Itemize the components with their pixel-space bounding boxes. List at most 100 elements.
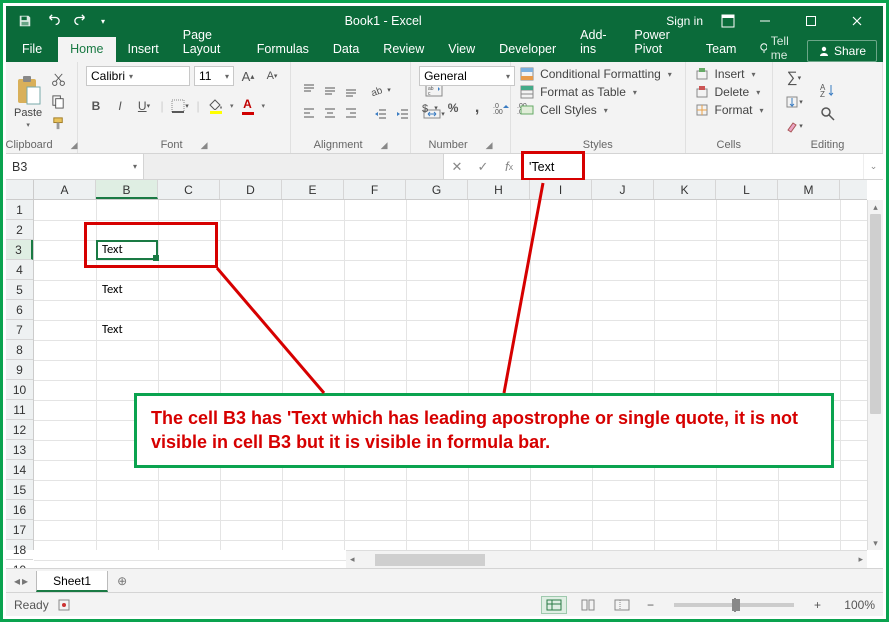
cancel-formula-icon[interactable]: ✕ <box>444 159 470 175</box>
macro-record-icon[interactable] <box>57 598 71 612</box>
tab-add-ins[interactable]: Add-ins <box>568 23 622 62</box>
cell-styles-button[interactable]: Cell Styles▾ <box>519 102 608 118</box>
col-header[interactable]: G <box>406 180 468 199</box>
name-box[interactable]: B3▾ <box>6 154 144 179</box>
cells-area[interactable]: Text Text Text The cell B3 has 'Text whi… <box>34 200 867 550</box>
decrease-indent-icon[interactable] <box>371 104 391 124</box>
tab-formulas[interactable]: Formulas <box>245 37 321 62</box>
decrease-font-icon[interactable]: A▾ <box>262 66 282 86</box>
align-center-icon[interactable] <box>320 103 340 123</box>
col-header[interactable]: B <box>96 180 158 199</box>
insert-cells-button[interactable]: Insert▾ <box>694 66 756 82</box>
scroll-thumb[interactable] <box>870 214 881 414</box>
delete-cells-button[interactable]: Delete▾ <box>694 84 761 100</box>
tab-developer[interactable]: Developer <box>487 37 568 62</box>
row-header[interactable]: 2 <box>6 220 33 240</box>
row-header[interactable]: 4 <box>6 260 33 280</box>
row-header[interactable]: 7 <box>6 320 33 340</box>
autosum-icon[interactable]: ∑▾ <box>781 68 807 88</box>
col-header[interactable]: H <box>468 180 530 199</box>
column-headers[interactable]: A B C D E F G H I J K L M <box>34 180 867 200</box>
row-header[interactable]: 11 <box>6 400 33 420</box>
tab-power-pivot[interactable]: Power Pivot <box>622 23 694 62</box>
scroll-thumb-h[interactable] <box>375 554 485 566</box>
accounting-format-icon[interactable]: $▾ <box>419 98 439 118</box>
cell-B7[interactable]: Text <box>98 320 127 339</box>
page-layout-view-icon[interactable] <box>575 596 601 614</box>
undo-icon[interactable] <box>40 8 66 34</box>
row-header[interactable]: 19 <box>6 560 33 568</box>
enter-formula-icon[interactable]: ✓ <box>470 159 496 175</box>
percent-format-icon[interactable]: % <box>443 98 463 118</box>
minimize-button[interactable] <box>743 6 787 36</box>
increase-font-icon[interactable]: A▴ <box>238 66 258 86</box>
row-header[interactable]: 16 <box>6 500 33 520</box>
row-header[interactable]: 14 <box>6 460 33 480</box>
col-header[interactable]: J <box>592 180 654 199</box>
row-header[interactable]: 6 <box>6 300 33 320</box>
font-size-combo[interactable]: 11▾ <box>194 66 234 86</box>
clear-icon[interactable]: ▾ <box>781 116 807 136</box>
tab-view[interactable]: View <box>436 37 487 62</box>
col-header[interactable]: F <box>344 180 406 199</box>
tab-review[interactable]: Review <box>371 37 436 62</box>
align-left-icon[interactable] <box>299 103 319 123</box>
tab-page-layout[interactable]: Page Layout <box>171 23 245 62</box>
row-header[interactable]: 3 <box>6 240 33 260</box>
underline-button[interactable]: U▾ <box>134 96 154 116</box>
maximize-button[interactable] <box>789 6 833 36</box>
row-header[interactable]: 12 <box>6 420 33 440</box>
number-launcher-icon[interactable]: ◢ <box>486 140 493 151</box>
col-header[interactable]: I <box>530 180 592 199</box>
col-header[interactable]: E <box>282 180 344 199</box>
share-button[interactable]: Share <box>807 40 877 62</box>
row-header[interactable]: 5 <box>6 280 33 300</box>
row-header[interactable]: 1 <box>6 200 33 220</box>
paste-button[interactable]: Paste ▾ <box>14 75 42 129</box>
insert-function-icon[interactable]: fx <box>496 159 522 174</box>
copy-icon[interactable] <box>48 93 68 111</box>
increase-decimal-icon[interactable]: .0.00 <box>491 98 511 118</box>
vertical-scrollbar[interactable]: ▴ ▾ <box>867 200 883 550</box>
col-header[interactable]: A <box>34 180 96 199</box>
orientation-icon[interactable]: ab▾ <box>371 80 391 100</box>
comma-format-icon[interactable]: , <box>467 98 487 118</box>
increase-indent-icon[interactable] <box>393 104 413 124</box>
number-format-combo[interactable]: General▾ <box>419 66 515 86</box>
row-headers[interactable]: 1 2 3 4 5 6 7 8 9 10 11 12 13 14 15 16 1… <box>6 200 34 550</box>
tell-me-search[interactable]: Tell me <box>748 34 807 62</box>
tab-home[interactable]: Home <box>58 37 115 62</box>
row-header[interactable]: 17 <box>6 520 33 540</box>
font-color-button[interactable]: A <box>238 96 258 116</box>
align-middle-icon[interactable] <box>320 80 340 100</box>
close-button[interactable] <box>835 6 879 36</box>
scroll-up-icon[interactable]: ▴ <box>868 200 883 214</box>
font-name-combo[interactable]: Calibri▾ <box>86 66 190 86</box>
italic-button[interactable]: I <box>110 96 130 116</box>
tab-insert[interactable]: Insert <box>116 37 171 62</box>
zoom-in-button[interactable]: + <box>810 598 825 612</box>
format-painter-icon[interactable] <box>48 115 68 133</box>
ribbon-options-icon[interactable] <box>715 8 741 34</box>
scroll-right-icon[interactable]: ▸ <box>854 554 867 565</box>
scroll-left-icon[interactable]: ◂ <box>346 554 359 565</box>
col-header[interactable]: L <box>716 180 778 199</box>
clipboard-launcher-icon[interactable]: ◢ <box>71 140 78 151</box>
save-icon[interactable] <box>12 8 38 34</box>
conditional-formatting-button[interactable]: Conditional Formatting▾ <box>519 66 672 82</box>
col-header[interactable]: K <box>654 180 716 199</box>
row-header[interactable]: 15 <box>6 480 33 500</box>
sheet-tab[interactable]: Sheet1 <box>36 571 108 592</box>
tab-file[interactable]: File <box>6 37 58 62</box>
tab-team[interactable]: Team <box>694 37 749 62</box>
normal-view-icon[interactable] <box>541 596 567 614</box>
bold-button[interactable]: B <box>86 96 106 116</box>
horizontal-scrollbar[interactable]: ◂ ▸ <box>346 550 867 568</box>
tab-data[interactable]: Data <box>321 37 371 62</box>
cut-icon[interactable] <box>48 71 68 89</box>
zoom-level[interactable]: 100% <box>833 598 875 612</box>
qat-customize-icon[interactable]: ▾ <box>96 8 110 34</box>
zoom-slider[interactable] <box>674 603 794 607</box>
redo-icon[interactable] <box>68 8 94 34</box>
expand-formula-bar-icon[interactable]: ⌄ <box>863 154 883 179</box>
